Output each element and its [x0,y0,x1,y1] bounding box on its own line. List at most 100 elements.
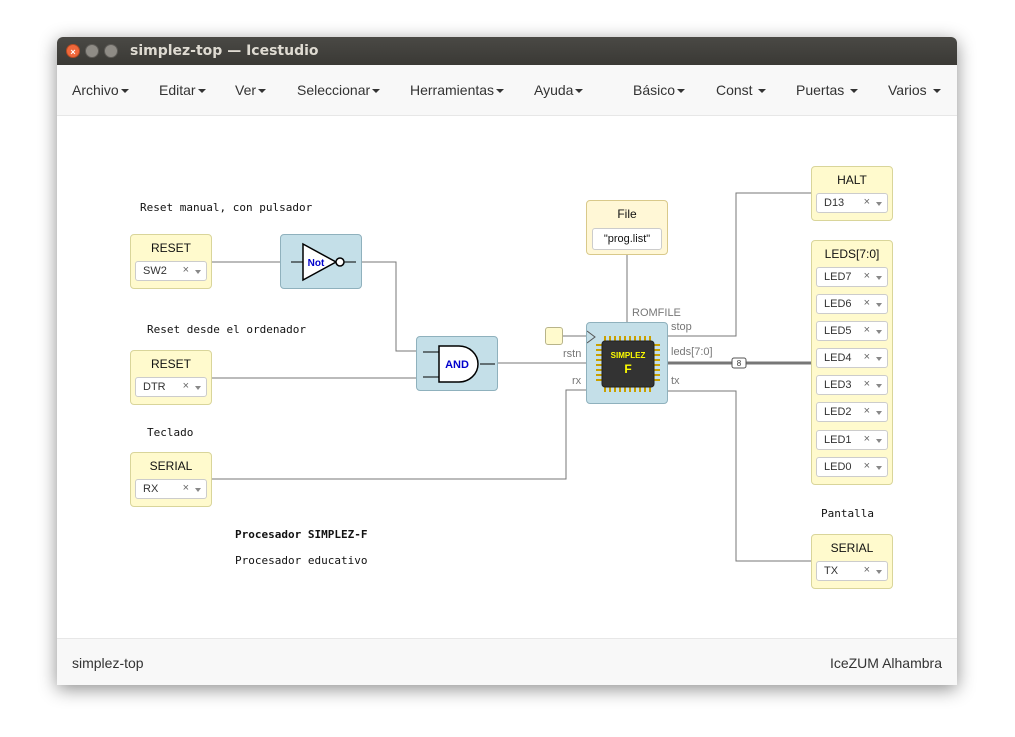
title-bar: × simplez-top — Icestudio [57,37,957,65]
maximize-window-button[interactable] [104,44,118,58]
menu-puertas[interactable]: Puertas [796,82,859,98]
wire-rx[interactable] [212,389,587,480]
wire-stop-halt[interactable] [667,192,812,337]
pin-select-value: RX [143,483,159,495]
not-gate-block[interactable]: Not [280,234,362,289]
comment-teclado: Teclado [147,426,194,439]
pin-select[interactable]: D13 × [816,193,888,213]
output-block-serial-tx[interactable]: SERIAL TX × [811,534,893,589]
pin-select-led0[interactable]: LED0 × [816,457,888,477]
dropdown-arrow-icon[interactable] [876,411,882,415]
output-block-title: HALT [837,173,867,187]
menu-ver-label: Ver [235,82,257,98]
menu-editar[interactable]: Editar [159,82,206,98]
clear-icon[interactable]: × [864,433,870,445]
menu-ver[interactable]: Ver [235,82,267,98]
dropdown-arrow-icon[interactable] [876,570,882,574]
pin-select-value: LED0 [824,461,852,473]
dropdown-arrow-icon[interactable] [876,357,882,361]
pin-select-value: LED2 [824,406,852,418]
dropdown-arrow-icon[interactable] [195,386,201,390]
pin-select-value: DTR [143,381,166,393]
clear-icon[interactable]: × [864,324,870,336]
clock-input[interactable] [545,327,563,345]
clear-icon[interactable]: × [864,378,870,390]
menu-seleccionar[interactable]: Seleccionar [297,82,381,98]
output-block-leds[interactable]: LEDS[7:0] LED7 × LED6 × LED5 × LED4 × LED3 × … [811,240,893,485]
chip-name-line2: F [624,362,631,376]
app-window: × simplez-top — Icestudio Archivo Editar… [57,37,957,685]
menu-basico[interactable]: Básico [633,82,686,98]
board-name[interactable]: IceZUM Alhambra [830,655,942,671]
input-block-reset-sw2[interactable]: RESET SW2 × [130,234,212,289]
design-canvas[interactable]: 8 Reset manual, con pulsador Reset desde… [57,116,957,638]
dropdown-arrow-icon[interactable] [876,439,882,443]
clear-icon[interactable]: × [864,351,870,363]
dropdown-arrow-icon[interactable] [195,270,201,274]
wire-not-and[interactable] [361,261,416,352]
simplez-chip-block[interactable]: SIMPLEZ F [586,322,668,404]
input-block-title: RESET [150,241,191,255]
bus-width-label: 8 [737,359,742,368]
pin-select-led4[interactable]: LED4 × [816,348,888,368]
status-footer: simplez-top IceZUM Alhambra [57,638,957,685]
dropdown-arrow-icon[interactable] [876,303,882,307]
output-block-halt[interactable]: HALT D13 × [811,166,893,221]
pin-select-value: LED1 [824,434,852,446]
pin-select[interactable]: TX × [816,561,888,581]
and-gate-block[interactable]: AND [416,336,498,391]
input-block-reset-dtr[interactable]: RESET DTR × [130,350,212,405]
pin-select-value: D13 [824,197,845,209]
dropdown-arrow-icon[interactable] [876,202,882,206]
dropdown-arrow-icon[interactable] [876,276,882,280]
pin-select-led1[interactable]: LED1 × [816,430,888,450]
not-gate-icon: Not [291,242,356,282]
dropdown-arrow-icon[interactable] [876,466,882,470]
pin-select[interactable]: SW2 × [135,261,207,281]
clear-icon[interactable]: × [183,264,189,276]
clear-icon[interactable]: × [864,460,870,472]
pin-select-led2[interactable]: LED2 × [816,402,888,422]
menu-herramientas[interactable]: Herramientas [410,82,505,98]
pin-select-led6[interactable]: LED6 × [816,294,888,314]
pin-select[interactable]: RX × [135,479,207,499]
input-block-title: SERIAL [149,459,193,473]
menu-varios[interactable]: Varios [888,82,941,98]
clear-icon[interactable]: × [183,482,189,494]
dropdown-arrow-icon[interactable] [195,488,201,492]
clear-icon[interactable]: × [864,564,870,576]
clear-icon[interactable]: × [864,405,870,417]
menu-ayuda[interactable]: Ayuda [534,82,584,98]
menu-ayuda-label: Ayuda [534,82,574,98]
comment-pantalla: Pantalla [821,507,874,520]
menu-puertas-label: Puertas [796,82,845,98]
constant-value-field[interactable]: "prog.list" [592,228,662,250]
pin-select-led5[interactable]: LED5 × [816,321,888,341]
chip-name-line1: SIMPLEZ [611,351,646,360]
window-title: simplez-top — Icestudio [130,43,319,59]
pin-select-led3[interactable]: LED3 × [816,375,888,395]
minimize-window-button[interactable] [85,44,99,58]
clear-icon[interactable]: × [183,380,189,392]
constant-file-block[interactable]: File "prog.list" [586,200,668,255]
menu-const-label: Const [716,82,753,98]
pin-select-led7[interactable]: LED7 × [816,267,888,287]
clear-icon[interactable]: × [864,196,870,208]
menu-herramientas-label: Herramientas [410,82,495,98]
comment-educativo: Procesador educativo [235,554,368,567]
clear-icon[interactable]: × [864,297,870,309]
clear-icon[interactable]: × [864,270,870,282]
and-gate-label: AND [445,359,469,371]
menu-const[interactable]: Const [716,82,767,98]
pin-select-value: SW2 [143,265,167,277]
dropdown-arrow-icon[interactable] [876,384,882,388]
caret-down-icon [372,89,381,94]
comment-reset-ordenador: Reset desde el ordenador [147,323,306,336]
pin-select[interactable]: DTR × [135,377,207,397]
input-block-serial-rx[interactable]: SERIAL RX × [130,452,212,507]
wire-tx[interactable] [667,390,812,562]
dropdown-arrow-icon[interactable] [876,330,882,334]
caret-down-icon [677,89,686,94]
close-window-button[interactable]: × [66,44,80,58]
menu-archivo[interactable]: Archivo [72,82,129,98]
